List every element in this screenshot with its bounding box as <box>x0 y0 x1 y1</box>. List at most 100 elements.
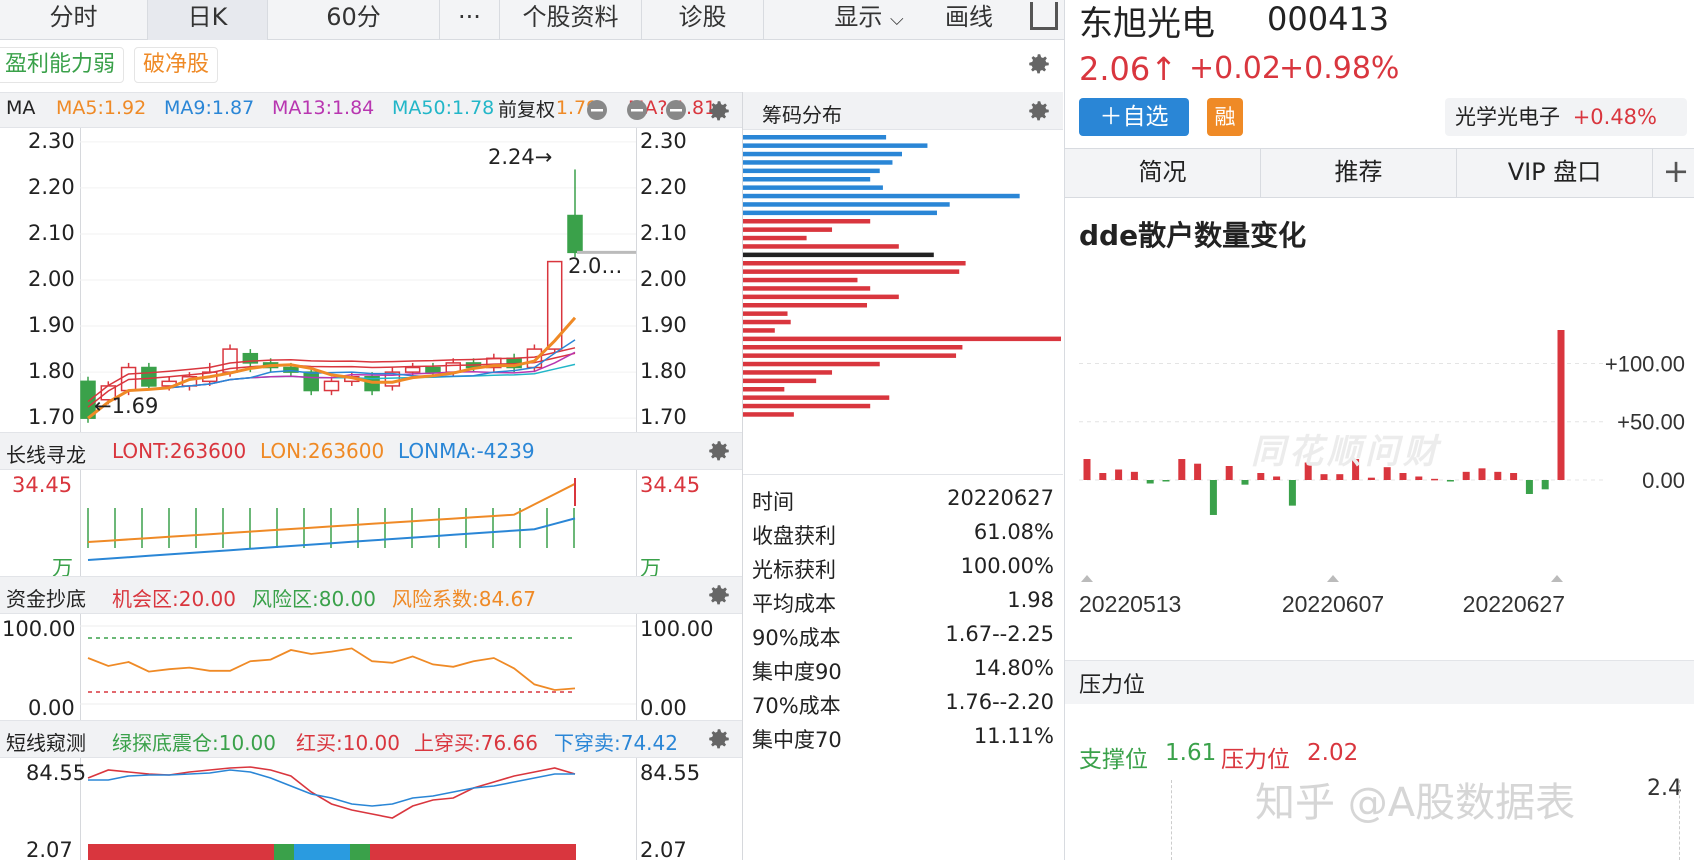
layout-icon[interactable] <box>1014 0 1064 39</box>
short-bottom-right: 2.07 <box>640 838 687 860</box>
minus-circle-icon[interactable] <box>626 99 648 121</box>
candle-body <box>323 380 340 392</box>
chip-stat-label: 时间 <box>752 490 794 514</box>
chip-stat-label: 集中度70 <box>752 728 842 752</box>
tab-60min[interactable]: 60分 <box>268 0 440 40</box>
price-tick-left: 2.30 <box>28 128 75 153</box>
dde-bar <box>1510 473 1518 480</box>
chip-bar <box>743 269 960 274</box>
chip-bar <box>743 135 887 140</box>
dde-bar <box>1146 480 1154 484</box>
dde-bar <box>1336 474 1344 480</box>
display-label: 显示 <box>834 3 883 31</box>
candle-body <box>404 366 421 373</box>
chip-stat-value: 100.00% <box>960 554 1054 578</box>
short-indicator-name[interactable]: 短线窥测 <box>6 727 86 756</box>
tab-stock-info[interactable]: 个股资料 <box>500 0 642 40</box>
adjust-label[interactable]: 前复权 <box>496 95 558 122</box>
dde-x-tick: 20220513 <box>1079 591 1181 617</box>
stock-change-pct: +0.98% <box>1279 51 1400 86</box>
stock-name: 东旭光电 <box>1079 4 1215 44</box>
price-tick-right: 1.80 <box>640 359 687 384</box>
dde-bar <box>1178 459 1186 480</box>
tab-overview[interactable]: 简况 <box>1065 149 1261 197</box>
chip-bar <box>743 277 858 283</box>
chip-bar <box>743 261 966 266</box>
add-tab-icon[interactable]: + <box>1657 149 1694 197</box>
pressure-header <box>1065 660 1694 704</box>
lonma-value: LONMA:-4239 <box>398 439 535 463</box>
short-top-left: 84.55 <box>26 761 87 785</box>
tag-weak-profit[interactable]: 盈利能力弱 <box>0 47 125 83</box>
current-price-label: 2.0… <box>568 254 623 278</box>
tab-daily-k[interactable]: 日K <box>148 0 268 40</box>
dde-bar <box>1288 480 1296 506</box>
sector-chip[interactable]: 光学光电子 +0.48% <box>1445 98 1687 136</box>
chip-stat-label: 光标获利 <box>752 558 836 582</box>
candle-body <box>425 366 441 373</box>
chip-bar <box>743 219 871 224</box>
chip-bar <box>743 202 950 207</box>
dde-bar <box>1525 480 1533 494</box>
draw-button[interactable]: 画线 <box>924 0 1014 40</box>
chip-stat-value: 11.11% <box>973 724 1054 748</box>
gear-icon[interactable] <box>1026 98 1052 124</box>
gear-icon[interactable] <box>1026 51 1052 77</box>
high-price-label: 2.24→ <box>488 145 553 169</box>
k-line-chart[interactable] <box>80 128 636 432</box>
ma13-value: MA13:1.84 <box>272 97 375 119</box>
chip-divider <box>743 474 1063 475</box>
cross-down-value: 下穿卖:74.42 <box>554 731 678 755</box>
margin-badge[interactable]: 融 <box>1207 98 1243 136</box>
ma50-value: MA50:1.78 <box>392 97 495 119</box>
chip-bar <box>743 361 880 367</box>
gear-icon[interactable] <box>706 98 732 124</box>
chip-bar <box>743 151 902 157</box>
add-watchlist-button[interactable]: ＋自选 <box>1079 98 1189 136</box>
dde-y-tick: +50.00 <box>1617 410 1685 435</box>
tab-more[interactable]: ··· <box>440 0 500 40</box>
stock-code: 000413 <box>1267 0 1390 38</box>
tab-vip-order-book[interactable]: VIP 盘口 <box>1457 149 1653 197</box>
green-signal-value: 绿探底震仓:10.00 <box>112 731 276 755</box>
chip-bar <box>743 185 883 190</box>
candle-body <box>567 214 583 254</box>
dde-y-tick: 0.00 <box>1642 468 1685 493</box>
dde-bar <box>1541 480 1549 490</box>
long-indicator-name[interactable]: 长线寻龙 <box>6 439 86 468</box>
tab-intraday[interactable]: 分时 <box>0 0 148 40</box>
long-indicator-chart <box>87 478 576 561</box>
price-tick-right: 2.00 <box>640 267 687 291</box>
gear-icon[interactable] <box>706 438 732 464</box>
display-menu[interactable]: 显示 ⌵ <box>814 0 924 40</box>
dde-bar-chart[interactable]: +150.00+100.00+50.000.002022051320220607… <box>1065 330 1694 630</box>
price-tick-left: 1.90 <box>28 313 75 338</box>
fund-indicator-name[interactable]: 资金抄底 <box>6 583 86 612</box>
dde-x-tick: 20220627 <box>1463 591 1565 617</box>
gear-icon[interactable] <box>706 582 732 608</box>
tab-recommend[interactable]: 推荐 <box>1261 149 1457 197</box>
dde-bar <box>1099 473 1107 480</box>
dde-bar <box>1273 476 1281 480</box>
chip-stat-label: 收盘获利 <box>752 524 836 548</box>
tag-below-net[interactable]: 破净股 <box>134 47 219 83</box>
chip-stat-value: 1.67--2.25 <box>945 622 1054 646</box>
support-value: 1.61 <box>1165 740 1217 766</box>
gear-icon[interactable] <box>706 726 732 752</box>
chip-stat-value: 14.80% <box>973 656 1054 680</box>
chip-bar <box>743 143 928 148</box>
chip-stat-value: 61.08% <box>973 520 1054 544</box>
chip-distribution-chart[interactable] <box>743 132 1063 432</box>
tab-diagnosis[interactable]: 诊股 <box>642 0 764 40</box>
dde-bar <box>1431 478 1439 481</box>
risk-coef-line <box>87 647 576 691</box>
minus-circle-icon[interactable] <box>665 99 687 121</box>
price-tick-right: 1.70 <box>640 405 687 430</box>
stock-detail-panel: 东旭光电 000413 2.06↑ +0.02 +0.98% ＋自选 融 光学光… <box>1064 0 1694 860</box>
minus-circle-icon[interactable] <box>586 99 608 121</box>
ma9-value: MA9:1.87 <box>164 97 255 119</box>
chip-bar <box>743 387 785 392</box>
dde-bar <box>1399 473 1407 480</box>
signal-strip-red <box>370 844 576 860</box>
signal-strip-green <box>350 844 370 860</box>
